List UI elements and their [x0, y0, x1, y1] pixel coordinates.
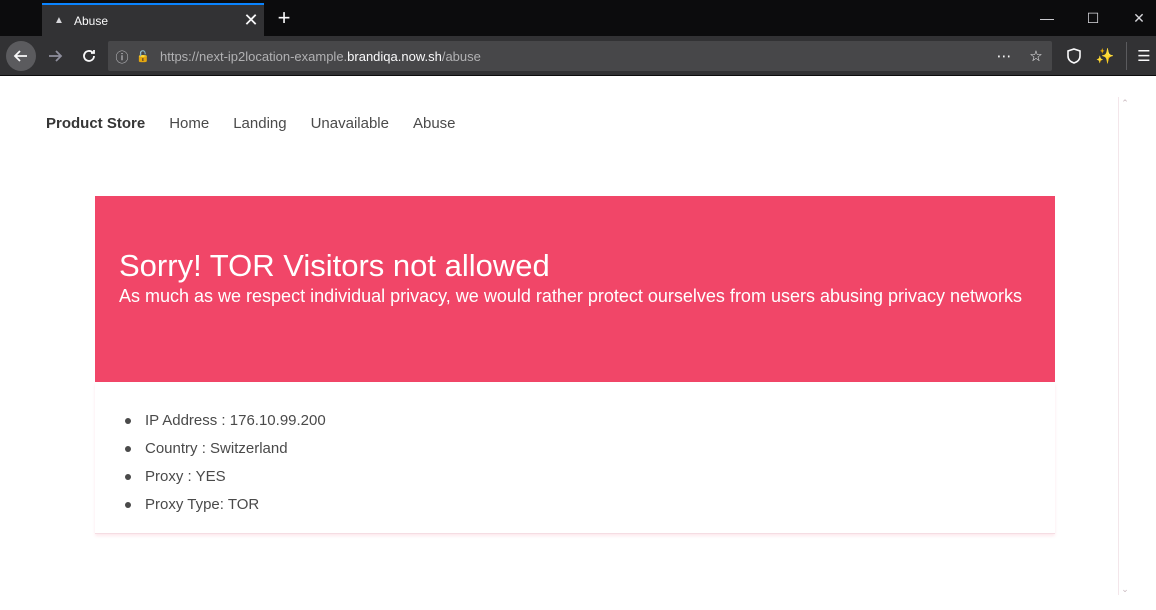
tab-title: Abuse — [74, 13, 109, 28]
hamburger-menu-icon[interactable]: ☰ — [1132, 44, 1156, 68]
scroll-up-icon[interactable]: ⌃ — [1119, 97, 1131, 109]
navigation-bar: ⓘ 🔓 https://next-ip2location-example.bra… — [0, 36, 1156, 76]
maximize-icon[interactable]: ☐ — [1070, 4, 1116, 32]
toolbar-separator — [1126, 42, 1127, 70]
page-icon: ▲ — [54, 15, 64, 26]
brand-link[interactable]: Product Store — [46, 115, 145, 132]
scrollbar[interactable]: ⌃ ⌄ — [1118, 97, 1130, 595]
extension-icon[interactable]: ✨ — [1093, 44, 1117, 68]
error-hero: Sorry! TOR Visitors not allowed As much … — [95, 196, 1055, 382]
page-actions-icon[interactable]: ⋯ — [988, 47, 1020, 65]
hero-title: Sorry! TOR Visitors not allowed — [119, 248, 550, 283]
lock-icon: 🔓 — [136, 50, 150, 63]
arrow-left-icon — [13, 50, 27, 62]
reload-icon — [83, 50, 95, 62]
reload-button[interactable] — [74, 41, 104, 71]
page-viewport: Product Store Home Landing Unavailable A… — [0, 77, 1156, 610]
bullet-icon — [125, 418, 131, 424]
list-item: Proxy : YES — [119, 463, 326, 491]
site-navbar: Product Store Home Landing Unavailable A… — [46, 115, 480, 132]
nav-link-home[interactable]: Home — [169, 115, 209, 132]
hero-subtitle: As much as we respect individual privacy… — [119, 286, 1023, 306]
bullet-icon — [125, 474, 131, 480]
visitor-info-box: IP Address : 176.10.99.200 Country : Swi… — [95, 382, 1055, 534]
bookmark-star-icon[interactable]: ☆ — [1020, 47, 1052, 65]
bullet-icon — [125, 446, 131, 452]
list-item: Country : Switzerland — [119, 435, 326, 463]
minimize-icon[interactable]: — — [1024, 4, 1070, 32]
url-text: https://next-ip2location-example.brandiq… — [160, 48, 481, 64]
scroll-down-icon[interactable]: ⌄ — [1119, 583, 1131, 595]
back-button[interactable] — [6, 41, 36, 71]
new-tab-button[interactable]: + — [270, 4, 298, 32]
list-item: IP Address : 176.10.99.200 — [119, 407, 326, 435]
list-item: Proxy Type: TOR — [119, 491, 326, 519]
tab-bar: ▲ Abuse ✕ + — ☐ ✕ — [0, 0, 1156, 36]
nav-link-landing[interactable]: Landing — [233, 115, 286, 132]
forward-button[interactable] — [40, 41, 70, 71]
info-icon[interactable]: ⓘ — [108, 47, 136, 66]
bullet-icon — [125, 502, 131, 508]
close-icon[interactable]: ✕ — [238, 10, 264, 31]
window-close-icon[interactable]: ✕ — [1116, 4, 1156, 32]
visitor-info-list: IP Address : 176.10.99.200 Country : Swi… — [119, 407, 326, 519]
arrow-right-icon — [49, 50, 63, 62]
tab-abuse[interactable]: ▲ Abuse ✕ — [42, 3, 264, 36]
shield-icon[interactable] — [1062, 44, 1086, 68]
nav-link-abuse[interactable]: Abuse — [413, 115, 456, 132]
url-bar[interactable]: ⓘ 🔓 https://next-ip2location-example.bra… — [108, 41, 1052, 71]
nav-link-unavailable[interactable]: Unavailable — [311, 115, 389, 132]
